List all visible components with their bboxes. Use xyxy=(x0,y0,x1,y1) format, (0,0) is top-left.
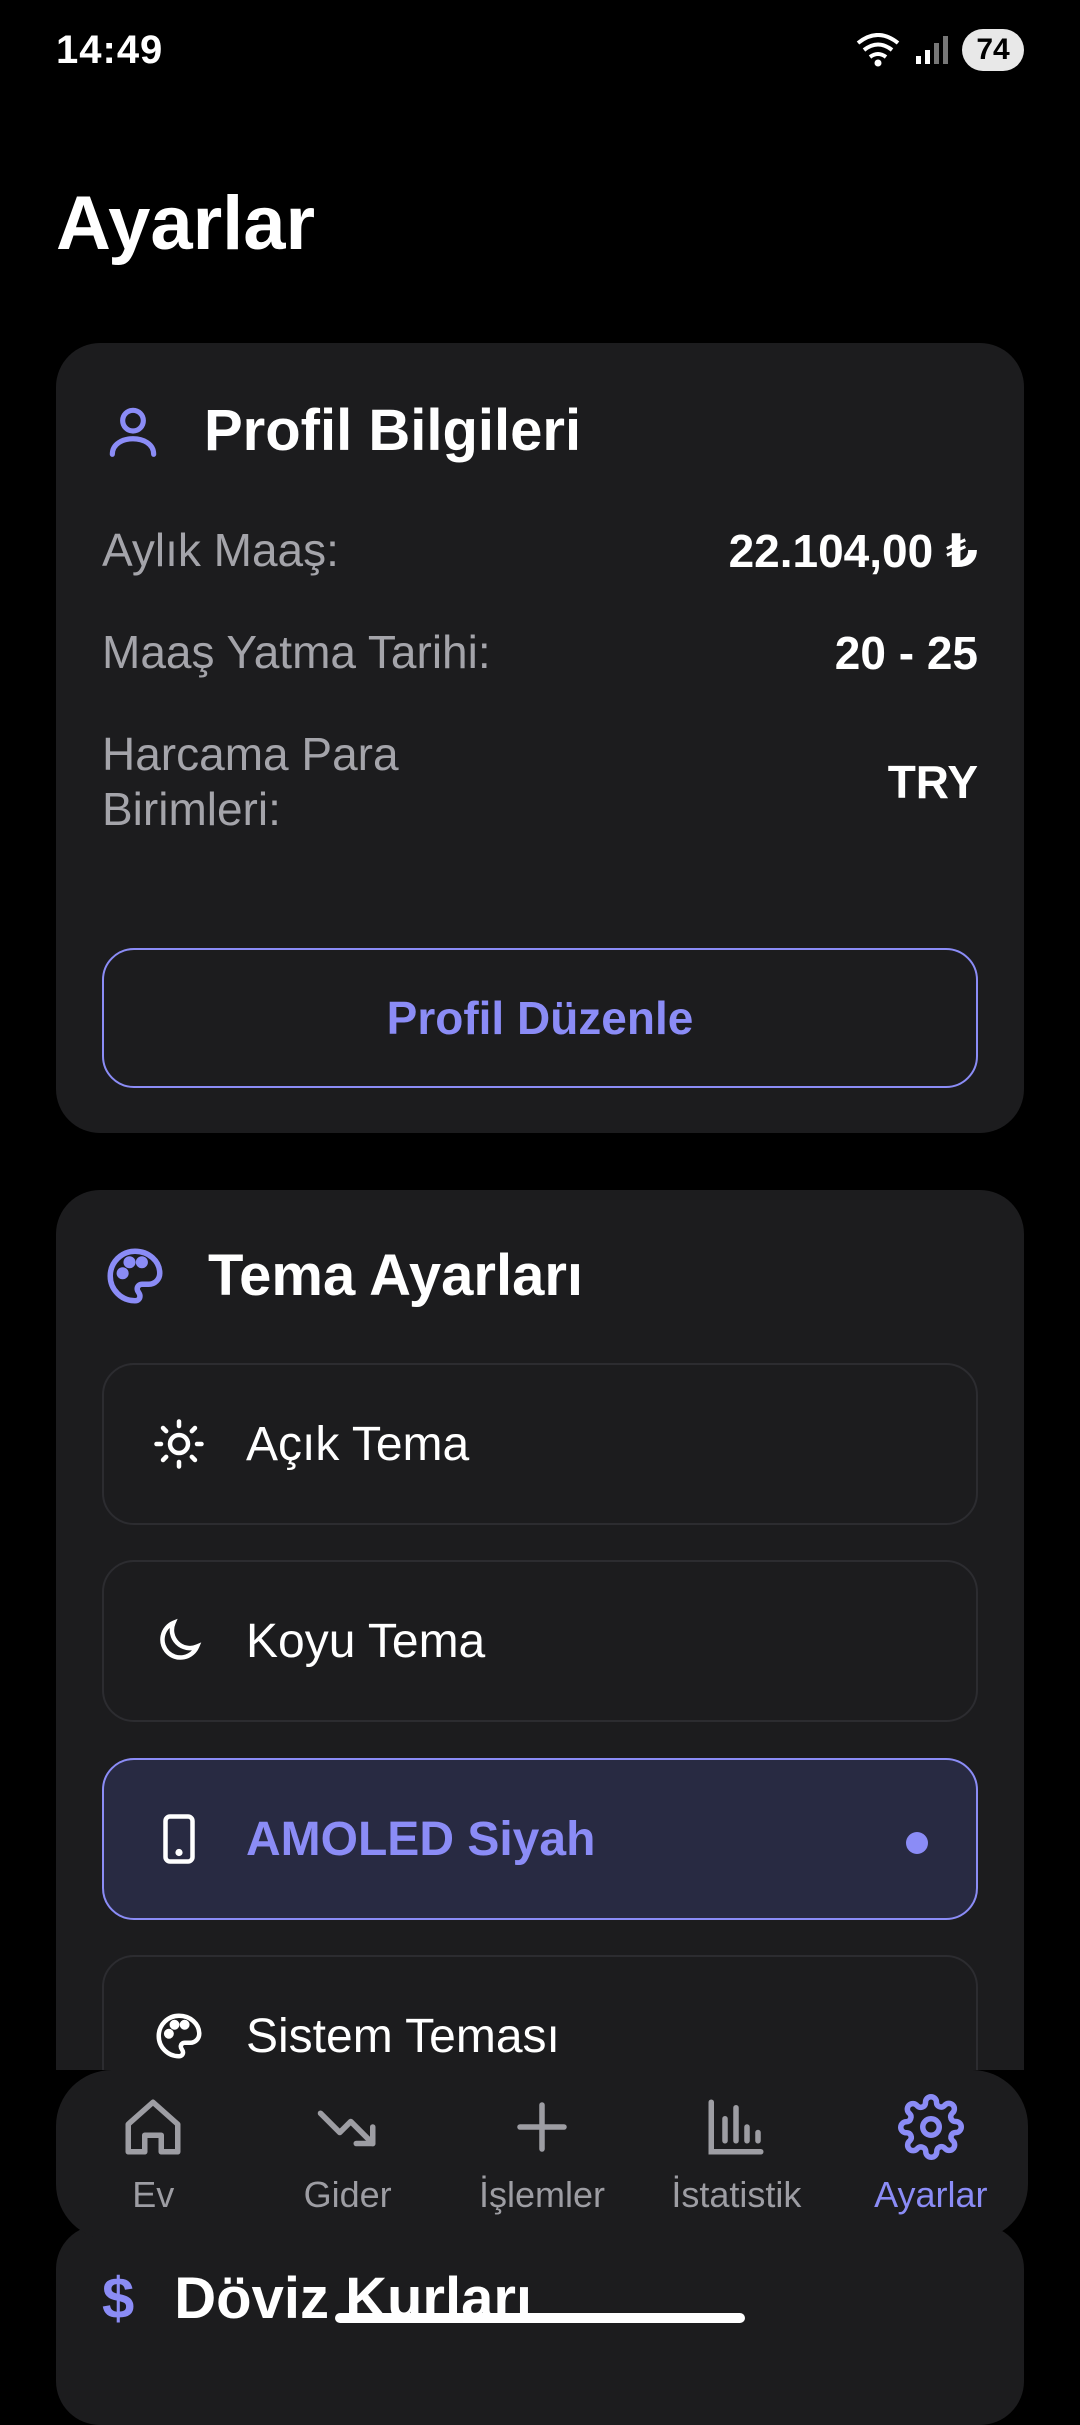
theme-option-light[interactable]: Açık Tema xyxy=(102,1363,978,1525)
nav-item-expense[interactable]: Gider xyxy=(250,2094,444,2216)
theme-option-system[interactable]: Sistem Teması xyxy=(102,1955,978,2070)
trending-down-icon xyxy=(315,2094,381,2160)
nav-item-settings[interactable]: Ayarlar xyxy=(834,2094,1028,2216)
user-icon xyxy=(102,400,164,462)
currency-label: Harcama Para Birimleri: xyxy=(102,728,399,836)
profile-card: Profil Bilgileri Aylık Maaş: 22.104,00 ₺… xyxy=(56,343,1024,1133)
nav-label: Gider xyxy=(303,2174,392,2215)
palette-icon xyxy=(152,2009,206,2063)
home-icon xyxy=(120,2094,186,2160)
payday-row: Maaş Yatma Tarihi: 20 - 25 xyxy=(102,625,978,680)
nav-label: Ev xyxy=(132,2174,175,2215)
payday-label: Maaş Yatma Tarihi: xyxy=(102,626,491,678)
currency-row: Harcama Para Birimleri: TRY xyxy=(102,727,978,837)
theme-option-dark[interactable]: Koyu Tema xyxy=(102,1560,978,1722)
bottom-nav: Ev Gider İşlemler İstatistik Ayarlar xyxy=(56,2070,1028,2240)
theme-option-label: Sistem Teması xyxy=(246,2009,560,2063)
salary-row: Aylık Maaş: 22.104,00 ₺ xyxy=(102,523,978,578)
edit-profile-button[interactable]: Profil Düzenle xyxy=(102,948,978,1088)
phone-icon xyxy=(152,1812,206,1866)
theme-card-title: Tema Ayarları xyxy=(208,1243,584,1308)
salary-label: Aylık Maaş: xyxy=(102,524,339,576)
nav-item-transactions[interactable]: İşlemler xyxy=(445,2094,639,2216)
gear-icon xyxy=(897,2094,964,2160)
theme-card-header: Tema Ayarları xyxy=(102,1242,583,1309)
bar-chart-icon xyxy=(703,2094,769,2160)
nav-label: Ayarlar xyxy=(874,2174,988,2215)
payday-value: 20 - 25 xyxy=(834,626,978,679)
profile-card-title: Profil Bilgileri xyxy=(204,398,582,463)
currency-value: TRY xyxy=(887,756,978,809)
theme-option-label: AMOLED Siyah xyxy=(246,1812,596,1866)
theme-card: Tema Ayarları Açık Tema Koyu Tema AMOLED… xyxy=(56,1190,1024,2070)
selected-indicator xyxy=(906,1832,928,1854)
moon-icon xyxy=(152,1614,206,1668)
nav-label: İşlemler xyxy=(479,2174,606,2215)
plus-icon xyxy=(509,2094,575,2160)
salary-value: 22.104,00 ₺ xyxy=(728,524,978,577)
home-indicator[interactable] xyxy=(335,2313,745,2323)
theme-option-label: Koyu Tema xyxy=(246,1614,486,1668)
sun-icon xyxy=(152,1417,206,1471)
dollar-icon: $ xyxy=(102,2266,135,2331)
profile-card-header: Profil Bilgileri xyxy=(102,397,581,464)
currency-rates-card: $ Döviz Kurları xyxy=(56,2225,1024,2425)
theme-option-label: Açık Tema xyxy=(246,1417,470,1471)
palette-icon xyxy=(102,1243,168,1309)
nav-item-statistics[interactable]: İstatistik xyxy=(639,2094,833,2216)
nav-item-home[interactable]: Ev xyxy=(56,2094,250,2216)
nav-label: İstatistik xyxy=(671,2174,802,2215)
theme-option-amoled[interactable]: AMOLED Siyah xyxy=(102,1758,978,1920)
